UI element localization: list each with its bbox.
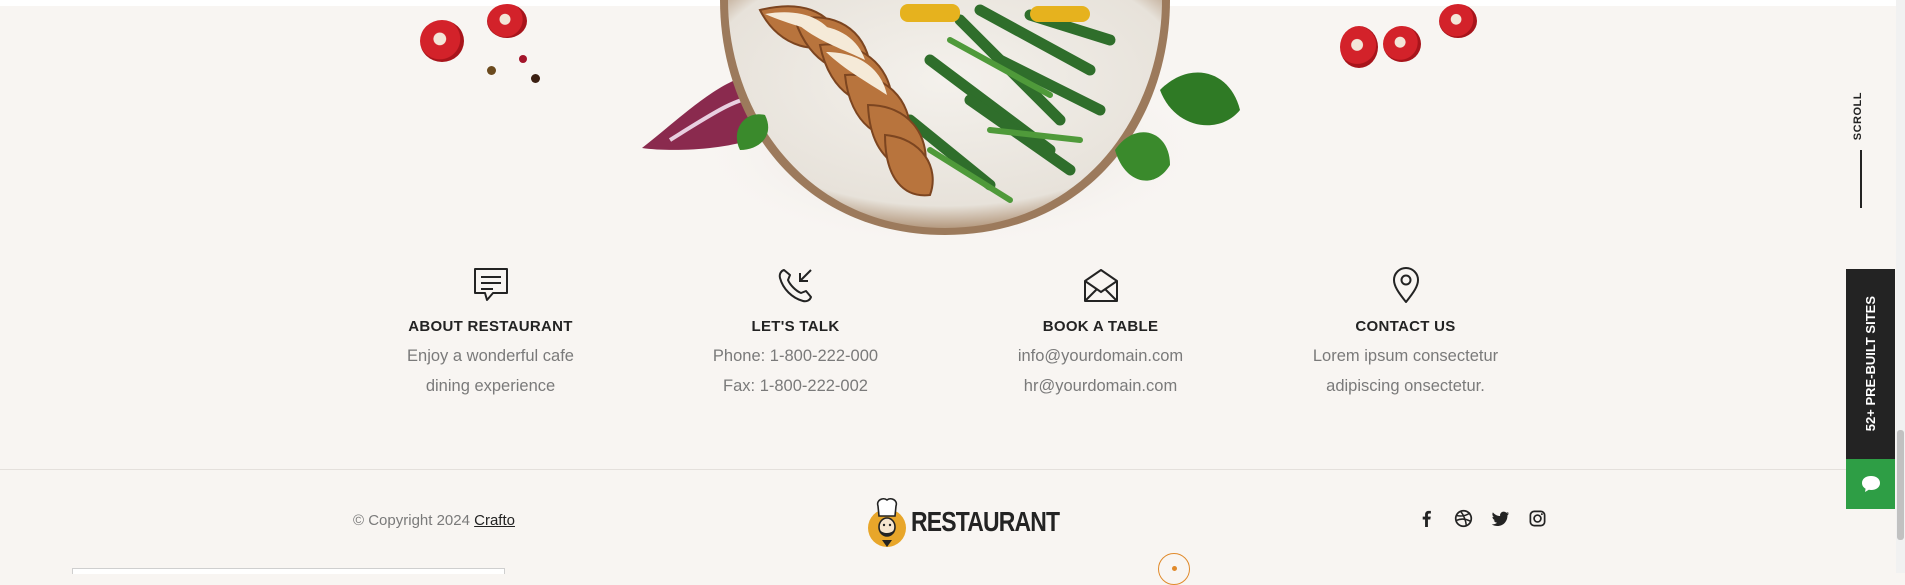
feature-title: BOOK A TABLE <box>1042 318 1159 335</box>
email-link[interactable]: info@yourdomain.com <box>948 341 1253 371</box>
food-plate-image <box>630 0 1250 250</box>
feature-book-a-table: BOOK A TABLE info@yourdomain.com hr@your… <box>948 265 1253 401</box>
crafto-link[interactable]: Crafto <box>474 512 515 529</box>
scroll-to-top-button[interactable] <box>1158 553 1190 585</box>
facebook-icon[interactable] <box>1417 509 1436 528</box>
chili-slice-image <box>487 4 527 38</box>
chat-icon <box>1861 476 1880 492</box>
chat-button[interactable] <box>1846 459 1895 509</box>
feature-lets-talk: LET'S TALK Phone: 1-800-222-000 Fax: 1-8… <box>643 265 948 401</box>
map-pin-icon <box>1392 267 1419 303</box>
peppercorn-image <box>487 66 496 75</box>
feature-title: CONTACT US <box>1355 318 1456 335</box>
info-features: ABOUT RESTAURANT Enjoy a wonderful cafe … <box>338 265 1567 415</box>
prebuilt-sites-button[interactable]: 52+ PRE-BUILT SITES <box>1846 269 1895 459</box>
scroll-indicator-line <box>1860 150 1862 208</box>
cookie-panel-edge <box>72 568 505 574</box>
fax-text: Fax: 1-800-222-002 <box>723 377 868 395</box>
restaurant-logo[interactable]: RESTAURANT <box>867 496 1092 548</box>
envelope-open-icon <box>1083 269 1118 302</box>
prebuilt-sites-label: 52+ PRE-BUILT SITES <box>1863 296 1878 432</box>
chili-slice-image <box>1439 4 1477 38</box>
instagram-icon[interactable] <box>1528 509 1547 528</box>
peppercorn-image <box>531 74 540 83</box>
copyright-prefix: © Copyright 2024 <box>353 512 470 529</box>
chili-slice-image <box>1383 26 1421 62</box>
chat-bubble-icon <box>473 268 508 301</box>
copyright-text: © Copyright 2024 Crafto <box>353 512 515 529</box>
dribbble-icon[interactable] <box>1454 509 1473 528</box>
feature-text: Lorem ipsum consectetur <box>1312 347 1499 365</box>
footer-divider <box>0 469 1850 470</box>
twitter-icon[interactable] <box>1491 509 1510 528</box>
chili-slice-image <box>420 20 464 62</box>
feature-title: ABOUT RESTAURANT <box>408 318 573 335</box>
feature-title: LET'S TALK <box>751 318 840 335</box>
feature-text: Enjoy a wonderful cafe <box>407 347 574 365</box>
chef-logo-icon <box>868 498 906 547</box>
feature-text: adipiscing onsectetur. <box>1326 377 1485 395</box>
scrollbar-thumb[interactable] <box>1897 430 1904 540</box>
social-links <box>1417 509 1547 528</box>
chili-slice-image <box>1340 26 1378 68</box>
phone-text[interactable]: Phone: 1-800-222-000 <box>643 341 948 371</box>
logo-text: RESTAURANT <box>911 506 1060 537</box>
phone-incoming-icon <box>778 269 812 303</box>
peppercorn-image <box>519 55 527 63</box>
feature-contact-us: CONTACT US Lorem ipsum consectetur adipi… <box>1253 265 1558 401</box>
feature-about-restaurant: ABOUT RESTAURANT Enjoy a wonderful cafe … <box>338 265 643 401</box>
scroll-indicator-label: SCROLL <box>1852 92 1864 141</box>
feature-text: dining experience <box>425 377 556 395</box>
email-link[interactable]: hr@yourdomain.com <box>948 371 1253 401</box>
